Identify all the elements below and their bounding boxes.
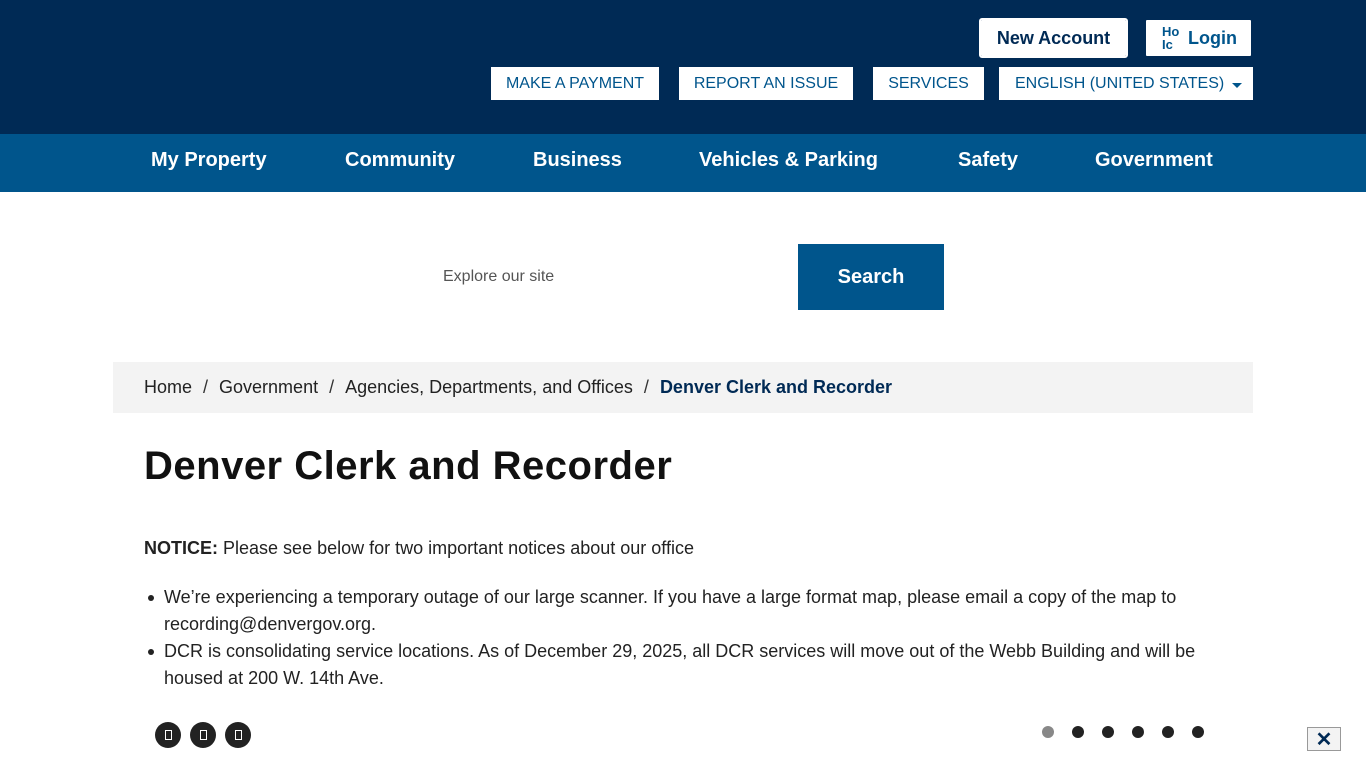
carousel-next-button[interactable] — [225, 722, 251, 748]
nav-item-community[interactable]: Community — [345, 134, 455, 192]
report-issue-link[interactable]: REPORT AN ISSUE — [679, 67, 853, 100]
breadcrumb: Home / Government / Agencies, Department… — [113, 362, 1253, 413]
carousel-pause-button[interactable] — [190, 722, 216, 748]
close-icon: ✕ — [1315, 728, 1333, 751]
services-link[interactable]: SERVICES — [873, 67, 984, 100]
carousel-dot-1[interactable] — [1042, 726, 1054, 738]
login-label: Login — [1188, 27, 1237, 48]
carousel-prev-button[interactable] — [155, 722, 181, 748]
top-header: New Account Ho Ic Login MAKE A PAYMENT R… — [0, 0, 1366, 134]
user-icon: Ho Ic — [1162, 24, 1180, 52]
carousel-dot-3[interactable] — [1102, 726, 1114, 738]
notice-text: NOTICE: Please see below for two importa… — [144, 538, 694, 559]
language-select-value: ENGLISH (UNITED STATES) — [1015, 74, 1225, 92]
breadcrumb-separator: / — [643, 377, 649, 397]
prev-icon — [164, 730, 172, 740]
breadcrumb-agencies[interactable]: Agencies, Departments, and Offices — [345, 377, 633, 398]
nav-item-vehicles-parking[interactable]: Vehicles & Parking — [699, 134, 878, 192]
breadcrumb-separator: / — [329, 377, 335, 397]
page-title: Denver Clerk and Recorder — [144, 444, 673, 488]
list-item: DCR is consolidating service locations. … — [148, 638, 1254, 692]
new-account-button[interactable]: New Account — [979, 18, 1128, 58]
search-input[interactable] — [427, 244, 798, 310]
main-nav: My Property Community Business Vehicles … — [0, 134, 1366, 192]
carousel-dot-6[interactable] — [1192, 726, 1204, 738]
breadcrumb-separator: / — [203, 377, 209, 397]
breadcrumb-current: Denver Clerk and Recorder — [659, 377, 893, 397]
breadcrumb-home[interactable]: Home — [144, 377, 192, 398]
make-payment-link[interactable]: MAKE A PAYMENT — [491, 67, 659, 100]
carousel-dot-2[interactable] — [1072, 726, 1084, 738]
notice-list: We’re experiencing a temporary outage of… — [148, 584, 1254, 692]
close-button[interactable]: ✕ — [1307, 727, 1341, 751]
next-icon — [234, 730, 242, 740]
language-select[interactable]: ENGLISH (UNITED STATES) — [999, 67, 1253, 100]
list-item: We’re experiencing a temporary outage of… — [148, 584, 1254, 638]
search-button[interactable]: Search — [798, 244, 944, 310]
carousel-dot-4[interactable] — [1132, 726, 1144, 738]
nav-item-my-property[interactable]: My Property — [151, 134, 267, 192]
login-button[interactable]: Ho Ic Login — [1144, 18, 1253, 58]
notice-message: Please see below for two important notic… — [223, 538, 694, 558]
notice-label: NOTICE: — [144, 538, 218, 558]
carousel-dot-5[interactable] — [1162, 726, 1174, 738]
nav-item-government[interactable]: Government — [1095, 134, 1213, 192]
caret-down-icon — [1232, 83, 1242, 88]
pause-icon — [199, 730, 207, 740]
breadcrumb-government[interactable]: Government — [219, 377, 318, 398]
nav-item-business[interactable]: Business — [533, 134, 622, 192]
nav-item-safety[interactable]: Safety — [958, 134, 1018, 192]
